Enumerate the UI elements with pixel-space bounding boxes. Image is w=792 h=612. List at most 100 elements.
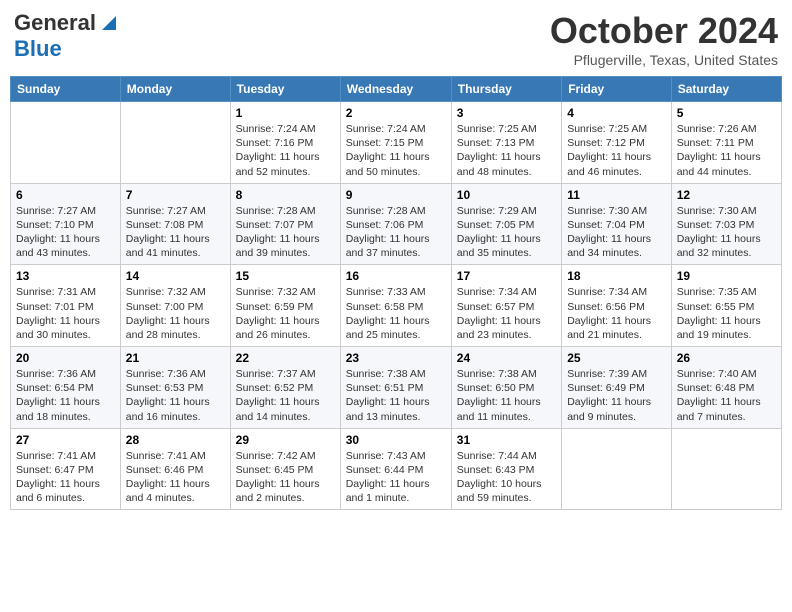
day-info: Sunrise: 7:38 AM Sunset: 6:51 PM Dayligh… [346, 367, 446, 424]
day-info: Sunrise: 7:29 AM Sunset: 7:05 PM Dayligh… [457, 204, 556, 261]
day-number: 27 [16, 433, 115, 447]
day-number: 18 [567, 269, 666, 283]
calendar-cell: 25 Sunrise: 7:39 AM Sunset: 6:49 PM Dayli… [562, 347, 672, 429]
day-info: Sunrise: 7:35 AM Sunset: 6:55 PM Dayligh… [677, 285, 776, 342]
day-number: 14 [126, 269, 225, 283]
calendar-cell: 28 Sunrise: 7:41 AM Sunset: 6:46 PM Dayli… [120, 428, 230, 510]
day-info: Sunrise: 7:30 AM Sunset: 7:04 PM Dayligh… [567, 204, 666, 261]
day-info: Sunrise: 7:34 AM Sunset: 6:56 PM Dayligh… [567, 285, 666, 342]
calendar-cell [671, 428, 781, 510]
day-info: Sunrise: 7:39 AM Sunset: 6:49 PM Dayligh… [567, 367, 666, 424]
day-info: Sunrise: 7:43 AM Sunset: 6:44 PM Dayligh… [346, 449, 446, 506]
day-info: Sunrise: 7:32 AM Sunset: 7:00 PM Dayligh… [126, 285, 225, 342]
day-number: 4 [567, 106, 666, 120]
week-row-4: 20Sunrise: 7:36 AM Sunset: 6:54 PM Dayli… [11, 347, 782, 429]
day-info: Sunrise: 7:44 AM Sunset: 6:43 PM Dayligh… [457, 449, 556, 506]
day-info: Sunrise: 7:32 AM Sunset: 6:59 PM Dayligh… [236, 285, 335, 342]
col-header-thursday: Thursday [451, 77, 561, 102]
day-number: 30 [346, 433, 446, 447]
day-number: 26 [677, 351, 776, 365]
calendar-cell: 17Sunrise: 7:34 AM Sunset: 6:57 PM Dayli… [451, 265, 561, 347]
calendar-cell: 1 Sunrise: 7:24 AM Sunset: 7:16 PM Daylig… [230, 102, 340, 184]
day-info: Sunrise: 7:28 AM Sunset: 7:07 PM Dayligh… [236, 204, 335, 261]
day-number: 10 [457, 188, 556, 202]
calendar-cell: 22 Sunrise: 7:37 AM Sunset: 6:52 PM Dayli… [230, 347, 340, 429]
calendar-table: SundayMondayTuesdayWednesdayThursdayFrid… [10, 76, 782, 510]
day-info: Sunrise: 7:33 AM Sunset: 6:58 PM Dayligh… [346, 285, 446, 342]
day-info: Sunrise: 7:31 AM Sunset: 7:01 PM Dayligh… [16, 285, 115, 342]
day-info: Sunrise: 7:28 AM Sunset: 7:06 PM Dayligh… [346, 204, 446, 261]
calendar-cell: 8 Sunrise: 7:28 AM Sunset: 7:07 PM Daylig… [230, 183, 340, 265]
day-number: 13 [16, 269, 115, 283]
col-header-saturday: Saturday [671, 77, 781, 102]
calendar-cell: 10 Sunrise: 7:29 AM Sunset: 7:05 PM Dayli… [451, 183, 561, 265]
col-header-sunday: Sunday [11, 77, 121, 102]
calendar-cell: 31 Sunrise: 7:44 AM Sunset: 6:43 PM Dayli… [451, 428, 561, 510]
title-block: October 2024 Pflugerville, Texas, United… [550, 10, 778, 68]
day-number: 8 [236, 188, 335, 202]
day-info: Sunrise: 7:27 AM Sunset: 7:10 PM Dayligh… [16, 204, 115, 261]
calendar-cell: 12 Sunrise: 7:30 AM Sunset: 7:03 PM Dayli… [671, 183, 781, 265]
day-info: Sunrise: 7:26 AM Sunset: 7:11 PM Dayligh… [677, 122, 776, 179]
day-info: Sunrise: 7:27 AM Sunset: 7:08 PM Dayligh… [126, 204, 225, 261]
page-header: General Blue October 2024 Pflugerville, … [10, 10, 782, 68]
day-number: 11 [567, 188, 666, 202]
day-number: 12 [677, 188, 776, 202]
calendar-cell: 23 Sunrise: 7:38 AM Sunset: 6:51 PM Dayli… [340, 347, 451, 429]
week-row-3: 13 Sunrise: 7:31 AM Sunset: 7:01 PM Dayli… [11, 265, 782, 347]
calendar-cell: 15 Sunrise: 7:32 AM Sunset: 6:59 PM Dayli… [230, 265, 340, 347]
day-info: Sunrise: 7:30 AM Sunset: 7:03 PM Dayligh… [677, 204, 776, 261]
col-header-friday: Friday [562, 77, 672, 102]
location: Pflugerville, Texas, United States [550, 52, 778, 68]
day-number: 24 [457, 351, 556, 365]
day-info: Sunrise: 7:24 AM Sunset: 7:15 PM Dayligh… [346, 122, 446, 179]
day-number: 31 [457, 433, 556, 447]
day-number: 15 [236, 269, 335, 283]
calendar-cell: 18 Sunrise: 7:34 AM Sunset: 6:56 PM Dayli… [562, 265, 672, 347]
day-number: 2 [346, 106, 446, 120]
day-info: Sunrise: 7:36 AM Sunset: 6:53 PM Dayligh… [126, 367, 225, 424]
day-info: Sunrise: 7:37 AM Sunset: 6:52 PM Dayligh… [236, 367, 335, 424]
month-title: October 2024 [550, 10, 778, 52]
col-header-tuesday: Tuesday [230, 77, 340, 102]
day-number: 16 [346, 269, 446, 283]
day-number: 29 [236, 433, 335, 447]
day-info: Sunrise: 7:41 AM Sunset: 6:47 PM Dayligh… [16, 449, 115, 506]
calendar-cell: 2 Sunrise: 7:24 AM Sunset: 7:15 PM Daylig… [340, 102, 451, 184]
calendar-cell: 3 Sunrise: 7:25 AM Sunset: 7:13 PM Daylig… [451, 102, 561, 184]
calendar-cell: 4Sunrise: 7:25 AM Sunset: 7:12 PM Daylig… [562, 102, 672, 184]
calendar-cell: 29 Sunrise: 7:42 AM Sunset: 6:45 PM Dayli… [230, 428, 340, 510]
calendar-header-row: SundayMondayTuesdayWednesdayThursdayFrid… [11, 77, 782, 102]
day-info: Sunrise: 7:24 AM Sunset: 7:16 PM Dayligh… [236, 122, 335, 179]
day-number: 28 [126, 433, 225, 447]
calendar-cell: 20Sunrise: 7:36 AM Sunset: 6:54 PM Dayli… [11, 347, 121, 429]
day-number: 5 [677, 106, 776, 120]
col-header-wednesday: Wednesday [340, 77, 451, 102]
week-row-5: 27 Sunrise: 7:41 AM Sunset: 6:47 PM Dayli… [11, 428, 782, 510]
logo-triangle-icon [98, 12, 116, 30]
calendar-cell: 6 Sunrise: 7:27 AM Sunset: 7:10 PM Daylig… [11, 183, 121, 265]
day-info: Sunrise: 7:41 AM Sunset: 6:46 PM Dayligh… [126, 449, 225, 506]
calendar-cell: 13 Sunrise: 7:31 AM Sunset: 7:01 PM Dayli… [11, 265, 121, 347]
day-number: 3 [457, 106, 556, 120]
logo: General Blue [14, 10, 116, 62]
day-number: 1 [236, 106, 335, 120]
calendar-cell: 9Sunrise: 7:28 AM Sunset: 7:06 PM Daylig… [340, 183, 451, 265]
day-info: Sunrise: 7:42 AM Sunset: 6:45 PM Dayligh… [236, 449, 335, 506]
day-number: 23 [346, 351, 446, 365]
day-number: 25 [567, 351, 666, 365]
calendar-cell: 30 Sunrise: 7:43 AM Sunset: 6:44 PM Dayli… [340, 428, 451, 510]
calendar-cell [120, 102, 230, 184]
logo-general: General [14, 10, 96, 36]
day-number: 20 [16, 351, 115, 365]
col-header-monday: Monday [120, 77, 230, 102]
week-row-2: 6 Sunrise: 7:27 AM Sunset: 7:10 PM Daylig… [11, 183, 782, 265]
day-number: 22 [236, 351, 335, 365]
day-number: 6 [16, 188, 115, 202]
calendar-cell: 5 Sunrise: 7:26 AM Sunset: 7:11 PM Daylig… [671, 102, 781, 184]
calendar-cell: 14 Sunrise: 7:32 AM Sunset: 7:00 PM Dayli… [120, 265, 230, 347]
day-info: Sunrise: 7:25 AM Sunset: 7:13 PM Dayligh… [457, 122, 556, 179]
calendar-cell: 19Sunrise: 7:35 AM Sunset: 6:55 PM Dayli… [671, 265, 781, 347]
day-number: 21 [126, 351, 225, 365]
day-info: Sunrise: 7:34 AM Sunset: 6:57 PM Dayligh… [457, 285, 556, 342]
